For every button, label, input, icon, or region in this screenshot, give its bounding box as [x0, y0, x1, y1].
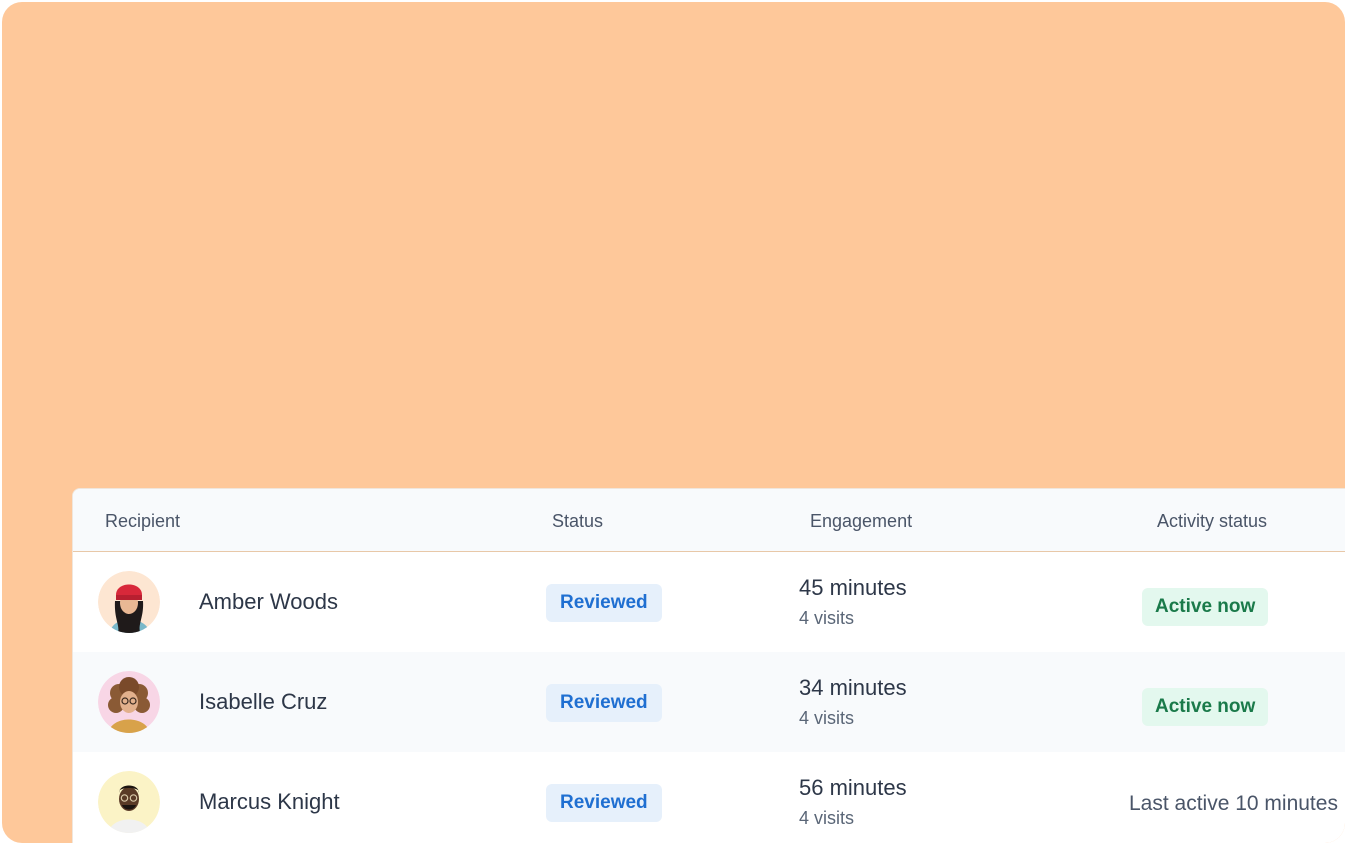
- engagement-time: 56 minutes: [799, 775, 907, 800]
- status-badge: Reviewed: [546, 684, 662, 722]
- avatar: [98, 671, 160, 733]
- visit-count: 4 visits: [799, 608, 855, 628]
- engagement-time: 45 minutes: [799, 575, 907, 600]
- table-row[interactable]: Marcus Knight Reviewed 56 minutes 4 visi…: [73, 752, 1345, 843]
- avatar-man-glasses-icon: [98, 771, 160, 833]
- engagement-time: 34 minutes: [799, 675, 907, 700]
- activity-badge: Active now: [1142, 688, 1269, 726]
- avatar-woman-red-beanie-icon: [98, 571, 160, 633]
- visit-count: 4 visits: [799, 808, 855, 828]
- recipient-name[interactable]: Marcus Knight: [199, 752, 340, 843]
- recipient-name[interactable]: Amber Woods: [199, 552, 338, 652]
- status-badge: Reviewed: [546, 784, 662, 822]
- table-row[interactable]: Amber Woods Reviewed 45 minutes 4 visits…: [73, 552, 1345, 652]
- table-header: Recipient Status Engagement Activity sta…: [73, 489, 1345, 552]
- avatar: [98, 771, 160, 833]
- table-row[interactable]: Isabelle Cruz Reviewed 34 minutes 4 visi…: [73, 652, 1345, 752]
- avatar: [98, 571, 160, 633]
- header-recipient[interactable]: Recipient: [105, 489, 180, 551]
- last-active-text: Last active 10 minutes: [1129, 792, 1338, 815]
- status-badge: Reviewed: [546, 584, 662, 622]
- activity-badge: Active now: [1142, 588, 1269, 626]
- recipient-name[interactable]: Isabelle Cruz: [199, 652, 327, 752]
- visit-count: 4 visits: [799, 708, 855, 728]
- header-activity-status[interactable]: Activity status: [1157, 489, 1267, 551]
- avatar-woman-curly-hair-icon: [98, 671, 160, 733]
- recipients-table: Recipient Status Engagement Activity sta…: [72, 488, 1345, 843]
- peach-background: Recipient Status Engagement Activity sta…: [2, 2, 1345, 843]
- header-engagement[interactable]: Engagement: [810, 489, 912, 551]
- header-status[interactable]: Status: [552, 489, 603, 551]
